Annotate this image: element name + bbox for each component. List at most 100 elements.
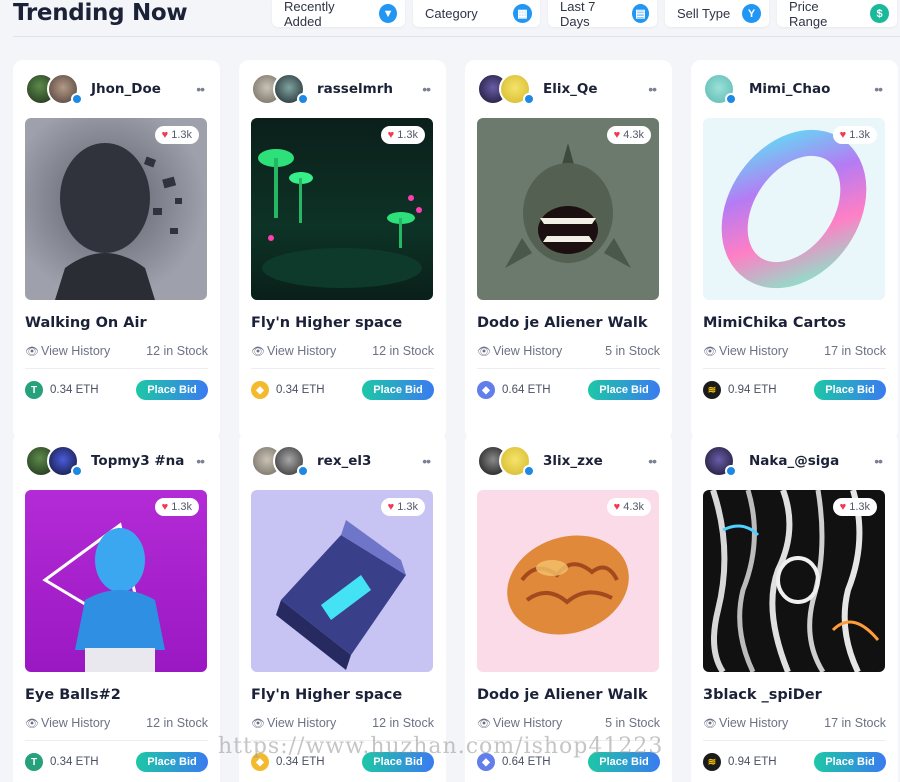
view-history-link[interactable]: 👁 View History <box>25 716 110 730</box>
filter-price-range[interactable]: Price Range $ <box>777 0 897 29</box>
filter-label: Sell Type <box>677 6 731 21</box>
like-badge[interactable]: ♥ 1.3k <box>832 498 877 516</box>
nft-card[interactable]: Mimi_Chao •• ♥ 1.3k MimiChika Cartos 👁 Vie… <box>691 60 898 440</box>
nft-image[interactable]: ♥ 1.3k <box>703 118 885 300</box>
more-options-icon[interactable]: •• <box>874 453 883 469</box>
place-bid-button[interactable]: Place Bid <box>136 752 208 772</box>
verified-icon <box>523 93 535 105</box>
owner-avatars <box>25 445 85 477</box>
owner-name[interactable]: Naka_@siga <box>749 453 874 469</box>
card-header: 3lix_zxe •• <box>477 445 660 477</box>
owner-name[interactable]: 3lix_zxe <box>543 453 648 469</box>
nft-card[interactable]: rasselmrh •• ♥ 1.3k Fly'n Higher space 👁 V… <box>239 60 446 440</box>
nft-title[interactable]: Fly'n Higher space <box>251 315 402 331</box>
nft-image[interactable]: ♥ 1.3k <box>25 490 207 672</box>
stock-count: 5 in Stock <box>605 716 660 730</box>
more-options-icon[interactable]: •• <box>196 453 205 469</box>
more-options-icon[interactable]: •• <box>648 81 657 97</box>
filter-recently-added[interactable]: Recently Added ▼ <box>272 0 405 29</box>
eye-icon: 👁 <box>477 718 491 730</box>
verified-icon <box>297 93 309 105</box>
place-bid-button[interactable]: Place Bid <box>588 380 660 400</box>
eye-icon: 👁 <box>477 346 491 358</box>
shattered-head-art <box>55 143 182 300</box>
filter-bar: Recently Added ▼ Category ▦ Last 7 Days … <box>272 0 900 29</box>
more-options-icon[interactable]: •• <box>196 81 205 97</box>
tether-icon: T <box>25 381 43 399</box>
owner-name[interactable]: Mimi_Chao <box>749 81 874 97</box>
nft-image[interactable]: ♥ 1.3k <box>251 118 433 300</box>
price: ◆ 0.64 ETH <box>477 380 551 400</box>
like-count: 4.3k <box>623 129 644 141</box>
like-badge[interactable]: ♥ 4.3k <box>606 126 651 144</box>
more-options-icon[interactable]: •• <box>422 453 431 469</box>
view-history-link[interactable]: 👁 View History <box>25 344 110 358</box>
view-history-label: View History <box>40 716 111 730</box>
nft-title[interactable]: MimiChika Cartos <box>703 315 846 331</box>
like-badge[interactable]: ♥ 1.3k <box>380 126 425 144</box>
card-divider <box>703 368 886 369</box>
place-bid-button[interactable]: Place Bid <box>136 380 208 400</box>
price: T 0.34 ETH <box>25 380 99 400</box>
nft-title[interactable]: Eye Balls#2 <box>25 687 121 703</box>
nft-title[interactable]: Walking On Air <box>25 315 147 331</box>
nft-image[interactable]: ♥ 1.3k <box>703 490 885 672</box>
card-divider <box>25 740 208 741</box>
view-history-link[interactable]: 👁 View History <box>477 344 562 358</box>
filter-sell-type[interactable]: Sell Type Y <box>665 0 769 27</box>
view-history-link[interactable]: 👁 View History <box>703 344 788 358</box>
nft-image[interactable]: ♥ 1.3k <box>251 490 433 672</box>
nft-image[interactable]: ♥ 1.3k <box>25 118 207 300</box>
chrome-waves-art <box>710 490 880 672</box>
owner-avatars <box>703 445 743 477</box>
owner-name[interactable]: rex_el3 <box>317 453 422 469</box>
nft-card[interactable]: Elix_Qe •• ♥ 4.3k Dodo je Aliener Walk 👁 V… <box>465 60 672 440</box>
tether-icon: T <box>25 753 43 771</box>
owner-avatars <box>251 73 311 105</box>
nft-image[interactable]: ♥ 4.3k <box>477 490 659 672</box>
nft-card[interactable]: rex_el3 •• ♥ 1.3k Fly'n Higher space 👁 Vie… <box>239 432 446 782</box>
filter-category[interactable]: Category ▦ <box>413 0 540 27</box>
owner-name[interactable]: Topmy3 #na <box>91 453 196 469</box>
view-history-link[interactable]: 👁 View History <box>703 716 788 730</box>
view-history-link[interactable]: 👁 View History <box>477 716 562 730</box>
glowing-mushrooms-art <box>258 149 422 288</box>
shark-art <box>505 143 631 268</box>
like-badge[interactable]: ♥ 1.3k <box>154 498 199 516</box>
like-badge[interactable]: ♥ 4.3k <box>606 498 651 516</box>
nft-card[interactable]: Topmy3 #na •• ♥ 1.3k Eye Balls#2 👁 View Hi… <box>13 432 220 782</box>
nft-card[interactable]: 3lix_zxe •• ♥ 4.3k Dodo je Aliener Walk 👁… <box>465 432 672 782</box>
owner-avatars <box>25 73 85 105</box>
like-badge[interactable]: ♥ 1.3k <box>380 498 425 516</box>
more-options-icon[interactable]: •• <box>422 81 431 97</box>
nft-image[interactable]: ♥ 4.3k <box>477 118 659 300</box>
nft-title[interactable]: Fly'n Higher space <box>251 687 402 703</box>
filter-last-7-days[interactable]: Last 7 Days ▤ <box>548 0 657 29</box>
more-options-icon[interactable]: •• <box>648 453 657 469</box>
place-bid-button[interactable]: Place Bid <box>814 752 886 772</box>
view-history-link[interactable]: 👁 View History <box>251 716 336 730</box>
place-bid-button[interactable]: Place Bid <box>362 380 434 400</box>
like-badge[interactable]: ♥ 1.3k <box>154 126 199 144</box>
owner-name[interactable]: Jhon_Doe <box>91 81 196 97</box>
card-meta: 👁 View History 17 in Stock <box>703 716 886 730</box>
more-options-icon[interactable]: •• <box>874 81 883 97</box>
stock-count: 17 in Stock <box>824 344 886 358</box>
nft-title[interactable]: 3black _spiDer <box>703 687 822 703</box>
holographic-bust-art <box>42 522 165 672</box>
watermark-text: https://www.huzhan.com/ishop41223 <box>218 734 664 759</box>
view-history-label: View History <box>40 344 111 358</box>
owner-name[interactable]: Elix_Qe <box>543 81 648 97</box>
owner-name[interactable]: rasselmrh <box>317 81 422 97</box>
like-badge[interactable]: ♥ 1.3k <box>832 126 877 144</box>
filter-label: Price Range <box>789 0 828 29</box>
eye-icon: 👁 <box>703 346 717 358</box>
verified-icon <box>71 465 83 477</box>
eye-icon: 👁 <box>251 346 265 358</box>
view-history-link[interactable]: 👁 View History <box>251 344 336 358</box>
place-bid-button[interactable]: Place Bid <box>814 380 886 400</box>
nft-card[interactable]: Jhon_Doe •• ♥ 1.3k Walking On Air 👁 View H… <box>13 60 220 440</box>
nft-card[interactable]: Naka_@siga •• ♥ 1.3k 3black _spiDer 👁 View… <box>691 432 898 782</box>
nft-title[interactable]: Dodo je Aliener Walk <box>477 687 647 703</box>
nft-title[interactable]: Dodo je Aliener Walk <box>477 315 647 331</box>
